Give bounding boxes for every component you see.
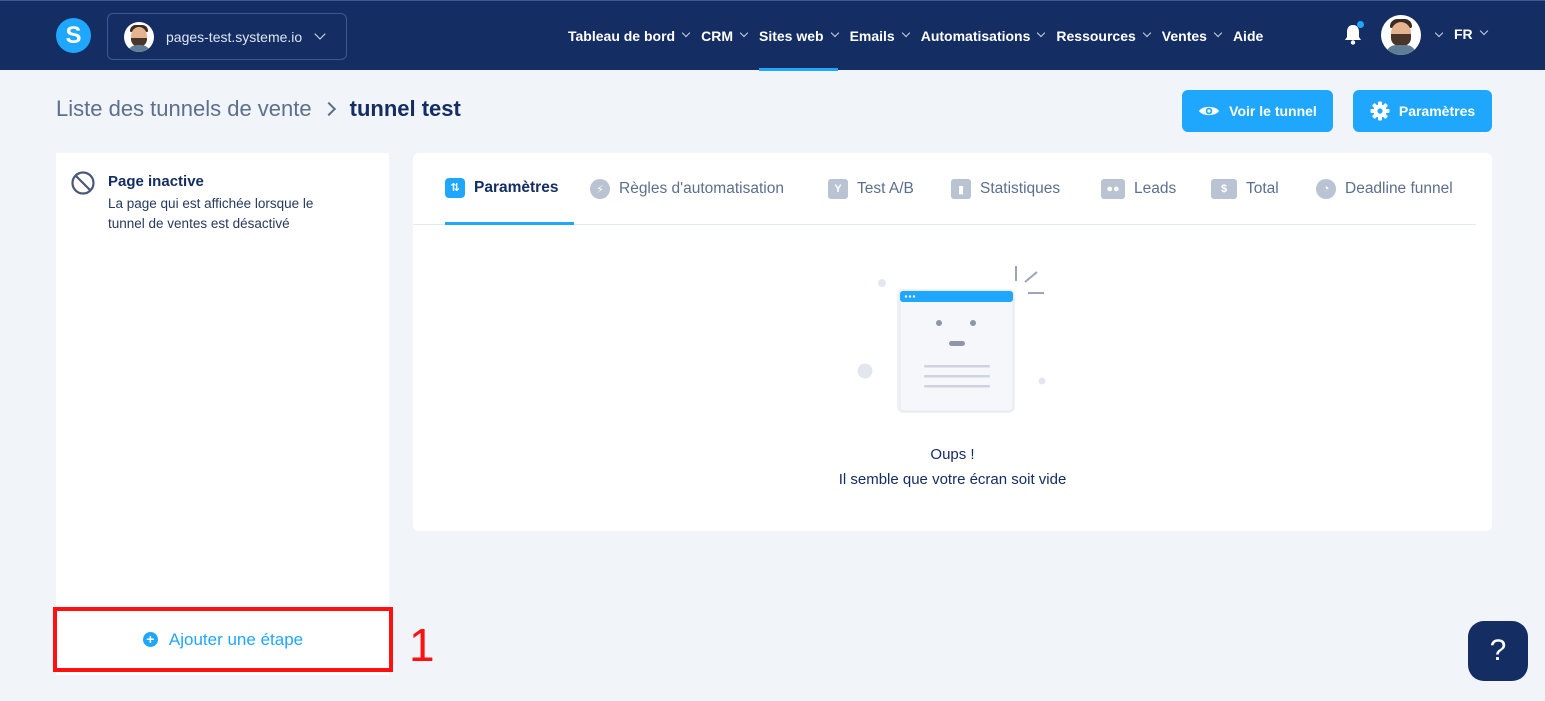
tab-leads[interactable]: ●● Leads — [1101, 153, 1176, 225]
nav-tableau-de-bord[interactable]: Tableau de bord — [568, 1, 691, 71]
language-selector[interactable]: FR — [1454, 26, 1488, 42]
main-nav: Tableau de bord CRM Sites web Emails Aut… — [568, 1, 1275, 71]
chevron-down-icon — [1213, 28, 1223, 38]
site-avatar — [124, 21, 154, 52]
lightning-icon: ⚡ — [590, 179, 610, 199]
tab-deadline-funnel[interactable]: ◔ Deadline funnel — [1316, 153, 1453, 225]
user-avatar[interactable] — [1381, 15, 1421, 55]
eye-icon — [1199, 106, 1220, 116]
nav-aide[interactable]: Aide — [1233, 1, 1263, 71]
clock-icon: ◔ — [1316, 179, 1336, 199]
chevron-right-icon — [321, 101, 336, 117]
settings-button[interactable]: Paramètres — [1353, 90, 1492, 132]
view-funnel-button[interactable]: Voir le tunnel — [1182, 90, 1333, 132]
breadcrumb-root-link[interactable]: Liste des tunnels de vente — [56, 96, 312, 122]
disabled-icon — [71, 171, 95, 195]
empty-state-message: Il semble que votre écran soit vide — [838, 471, 1067, 488]
help-button[interactable]: ? — [1468, 621, 1528, 681]
funnel-content-card: ⇅ Paramètres ⚡ Règles d'automatisation Y Te… — [413, 153, 1492, 531]
add-step-button[interactable]: + Ajouter une étape — [53, 607, 393, 672]
tab-parametres[interactable]: ⇅ Paramètres — [445, 153, 574, 225]
gear-icon — [1370, 101, 1390, 121]
nav-ventes[interactable]: Ventes — [1162, 1, 1223, 71]
nav-emails[interactable]: Emails — [850, 1, 910, 71]
funnel-steps-panel: Page inactive La page qui est affichée l… — [56, 153, 389, 675]
chevron-down-icon — [1434, 28, 1444, 38]
chevron-down-icon — [901, 28, 910, 38]
sliders-icon: ⇅ — [445, 177, 465, 198]
top-navbar: S pages-test.systeme.io Tableau de bord … — [0, 0, 1545, 71]
tab-test-ab[interactable]: Y Test A/B — [828, 153, 914, 225]
page-title: tunnel test — [349, 96, 461, 121]
chevron-down-icon — [830, 28, 839, 38]
empty-state-title: Oups ! — [930, 446, 975, 463]
nav-sites-web[interactable]: Sites web — [758, 1, 839, 71]
chevron-down-icon — [739, 28, 749, 38]
tab-total[interactable]: $ Total — [1211, 153, 1279, 225]
inactive-page-title[interactable]: Page inactive — [108, 173, 204, 190]
notification-dot — [1357, 21, 1364, 28]
site-switcher[interactable]: pages-test.systeme.io — [107, 13, 347, 60]
chevron-down-icon — [1479, 26, 1488, 36]
site-name: pages-test.systeme.io — [166, 28, 303, 45]
chevron-down-icon — [1142, 28, 1152, 38]
chevron-down-icon — [681, 28, 691, 38]
chevron-down-icon — [314, 27, 326, 40]
nav-automatisations[interactable]: Automatisations — [921, 1, 1046, 71]
nav-crm[interactable]: CRM — [701, 1, 749, 71]
users-icon: ●● — [1101, 179, 1125, 199]
plus-circle-icon: + — [142, 632, 158, 647]
bar-chart-icon: ▮ — [951, 179, 971, 199]
tab-regles-automatisation[interactable]: ⚡ Règles d'automatisation — [590, 153, 784, 225]
nav-ressources[interactable]: Ressources — [1056, 1, 1152, 71]
split-icon: Y — [828, 179, 848, 199]
inactive-page-description: La page qui est affichée lorsque le tunn… — [108, 196, 314, 231]
systeme-logo[interactable]: S — [56, 18, 91, 53]
dollar-icon: $ — [1211, 179, 1237, 199]
tab-statistiques[interactable]: ▮ Statistiques — [951, 153, 1060, 225]
breadcrumb: Liste des tunnels de vente tunnel test — [56, 96, 461, 122]
chevron-down-icon — [1037, 28, 1046, 38]
annotation-number: 1 — [409, 619, 435, 671]
tab-bar: ⇅ Paramètres ⚡ Règles d'automatisation Y Te… — [413, 153, 1476, 225]
empty-state-illustration — [857, 266, 1046, 413]
